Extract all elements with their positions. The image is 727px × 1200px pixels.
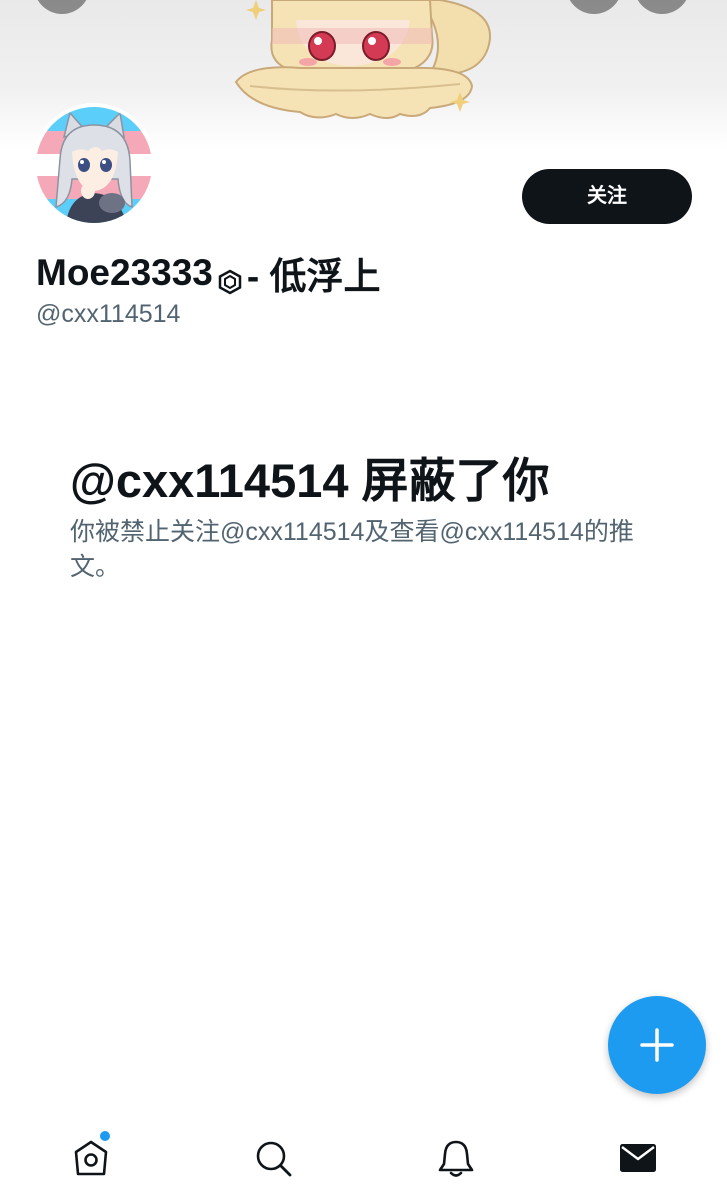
- blocked-description: 你被禁止关注@cxx114514及查看@cxx114514的推文。: [70, 518, 634, 581]
- follow-button[interactable]: 关注: [522, 169, 692, 224]
- display-name: Moe23333 - 低浮上: [36, 246, 381, 300]
- mail-icon: [620, 1144, 656, 1172]
- blocked-title: @cxx114514 屏蔽了你: [70, 454, 550, 507]
- nav-notifications[interactable]: [434, 1136, 478, 1180]
- search-icon: [256, 1141, 292, 1177]
- avatar[interactable]: [32, 103, 156, 227]
- profile-page: 关注 Moe23333 - 低浮上 @cxx114514 @cxx114514 …: [0, 0, 727, 1200]
- nav-search[interactable]: [251, 1136, 295, 1180]
- display-name-text: Moe23333: [36, 252, 213, 293]
- handle: @cxx114514: [36, 300, 181, 328]
- home-notification-dot: [100, 1131, 110, 1141]
- bell-icon: [438, 1140, 474, 1177]
- nav-home[interactable]: [69, 1136, 113, 1180]
- plus-icon: [640, 1028, 674, 1062]
- home-icon: [74, 1140, 108, 1176]
- avatar-image: [36, 107, 152, 223]
- nav-messages[interactable]: [616, 1136, 660, 1180]
- compose-button[interactable]: [608, 996, 706, 1094]
- bottom-nav: [0, 1118, 727, 1200]
- hexagon-badge-icon: [217, 262, 243, 295]
- display-name-suffix: - 低浮上: [246, 256, 381, 297]
